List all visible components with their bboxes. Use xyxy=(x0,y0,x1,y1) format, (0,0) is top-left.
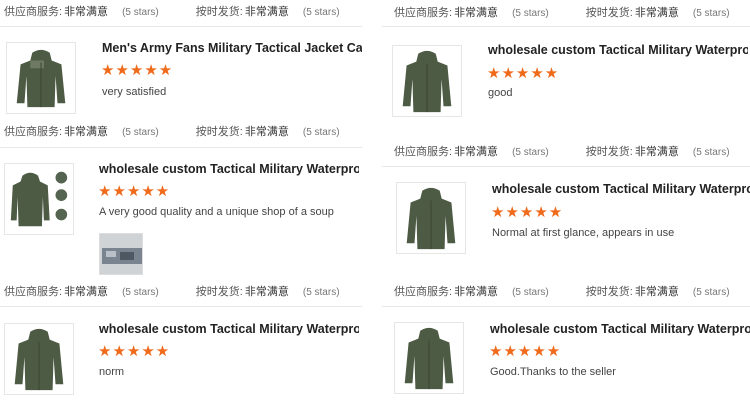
shipping-value: 非常满意 xyxy=(634,146,679,158)
shipping-value: 非常满意 xyxy=(634,286,679,298)
supplier-service-stars: (5 stars) xyxy=(122,287,159,298)
shipping-label: 按时发货: xyxy=(585,7,633,19)
product-thumbnail[interactable] xyxy=(4,323,74,395)
rating-stars: ★★★★★ xyxy=(491,204,564,221)
supplier-service-stars: (5 stars) xyxy=(122,7,159,18)
shipping-value: 非常满意 xyxy=(244,126,289,138)
supplier-service-label: 供应商服务: xyxy=(4,286,63,298)
product-title[interactable]: wholesale custom Tactical Military Water… xyxy=(99,162,359,176)
product-thumbnail[interactable] xyxy=(4,163,74,235)
product-thumbnail[interactable] xyxy=(392,45,462,117)
supplier-service-value: 非常满意 xyxy=(64,286,109,298)
supplier-service-label: 供应商服务: xyxy=(394,7,453,19)
jacket-image xyxy=(10,171,68,227)
shipping-value: 非常满意 xyxy=(634,7,679,19)
divider xyxy=(0,26,362,27)
product-title[interactable]: wholesale custom Tactical Military Water… xyxy=(488,43,748,57)
shipping-label: 按时发货: xyxy=(195,126,243,138)
rating-stars: ★★★★★ xyxy=(98,183,171,200)
shipping-label: 按时发货: xyxy=(585,146,633,158)
divider xyxy=(0,306,362,307)
product-title[interactable]: wholesale custom Tactical Military Water… xyxy=(99,322,359,336)
supplier-service-stars: (5 stars) xyxy=(512,287,549,298)
product-thumbnail[interactable] xyxy=(396,182,466,254)
shipping-stars: (5 stars) xyxy=(302,127,340,138)
supplier-service-stars: (5 stars) xyxy=(122,127,159,138)
shipping-stars: (5 stars) xyxy=(302,7,340,18)
jacket-image xyxy=(406,187,456,250)
product-thumbnail[interactable] xyxy=(394,322,464,394)
ratings-row: 供应商服务: 非常满意 (5 stars) 按时发货: 非常满意 (5 stars) xyxy=(394,143,730,159)
shipping-stars: (5 stars) xyxy=(692,8,730,19)
review-comment: Normal at first glance, appears in use xyxy=(492,227,675,239)
product-title[interactable]: wholesale custom Tactical Military Water… xyxy=(490,322,750,336)
shipping-stars: (5 stars) xyxy=(692,147,730,158)
product-title[interactable]: Men's Army Fans Military Tactical Jacket… xyxy=(102,41,362,55)
jacket-image xyxy=(404,327,454,390)
rating-stars: ★★★★★ xyxy=(487,65,560,82)
review-photo-image xyxy=(100,234,142,274)
divider xyxy=(0,147,362,148)
divider xyxy=(382,166,750,167)
review-photo[interactable] xyxy=(99,233,143,275)
shipping-stars: (5 stars) xyxy=(692,287,730,298)
supplier-service-value: 非常满意 xyxy=(64,126,109,138)
divider xyxy=(382,306,750,307)
supplier-service-value: 非常满意 xyxy=(454,286,499,298)
supplier-service-value: 非常满意 xyxy=(454,146,499,158)
shipping-label: 按时发货: xyxy=(195,6,243,18)
supplier-service-stars: (5 stars) xyxy=(512,8,549,19)
shipping-label: 按时发货: xyxy=(195,286,243,298)
ratings-row: 供应商服务: 非常满意 (5 stars) 按时发货: 非常满意 (5 stars) xyxy=(394,283,730,299)
jacket-image xyxy=(14,328,64,391)
review-comment: A very good quality and a unique shop of… xyxy=(99,206,334,218)
supplier-service-value: 非常满意 xyxy=(454,7,499,19)
divider xyxy=(382,26,750,27)
shipping-value: 非常满意 xyxy=(244,286,289,298)
review-comment: norm xyxy=(99,366,125,378)
ratings-row: 供应商服务: 非常满意 (5 stars) 按时发货: 非常满意 (5 stars) xyxy=(4,123,340,139)
shipping-value: 非常满意 xyxy=(244,6,289,18)
supplier-service-label: 供应商服务: xyxy=(394,286,453,298)
review-comment: very satisfied xyxy=(102,86,167,98)
supplier-service-label: 供应商服务: xyxy=(4,126,63,138)
ratings-row: 供应商服务: 非常满意 (5 stars) 按时发货: 非常满意 (5 stars) xyxy=(4,3,340,19)
rating-stars: ★★★★★ xyxy=(98,343,171,360)
jacket-image xyxy=(402,50,452,113)
supplier-service-label: 供应商服务: xyxy=(4,6,63,18)
shipping-label: 按时发货: xyxy=(585,286,633,298)
product-title[interactable]: wholesale custom Tactical Military Water… xyxy=(492,182,750,196)
supplier-service-value: 非常满意 xyxy=(64,6,109,18)
product-thumbnail[interactable] xyxy=(6,42,76,114)
review-comment: good xyxy=(488,87,513,99)
ratings-row: 供应商服务: 非常满意 (5 stars) 按时发货: 非常满意 (5 stars) xyxy=(4,283,340,299)
jacket-image xyxy=(16,49,66,108)
rating-stars: ★★★★★ xyxy=(101,62,174,79)
supplier-service-label: 供应商服务: xyxy=(394,146,453,158)
ratings-row: 供应商服务: 非常满意 (5 stars) 按时发货: 非常满意 (5 stars) xyxy=(394,4,730,20)
rating-stars: ★★★★★ xyxy=(489,343,562,360)
review-comment: Good.Thanks to the seller xyxy=(490,366,616,378)
shipping-stars: (5 stars) xyxy=(302,287,340,298)
supplier-service-stars: (5 stars) xyxy=(512,147,549,158)
